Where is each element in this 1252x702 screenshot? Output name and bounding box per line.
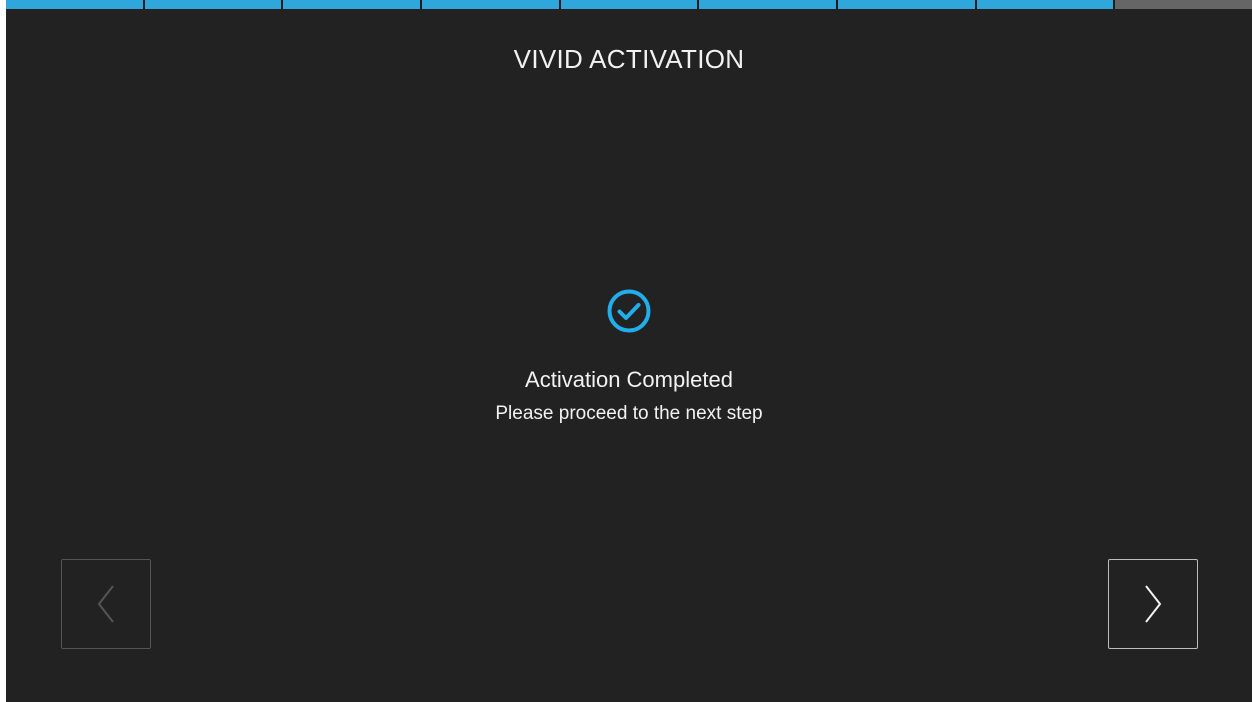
progress-step-completed <box>422 0 561 9</box>
check-circle-icon <box>607 289 651 333</box>
progress-step-completed <box>838 0 977 9</box>
previous-button[interactable] <box>61 559 151 649</box>
chevron-right-icon <box>1145 585 1162 623</box>
progress-step-completed <box>283 0 423 9</box>
status-subtitle: Please proceed to the next step <box>495 403 763 424</box>
progress-step-completed <box>144 0 284 9</box>
status-title: Activation Completed <box>525 367 733 392</box>
chevron-left-icon <box>97 585 114 623</box>
progress-step-pending <box>1115 0 1252 9</box>
page-title: VIVID ACTIVATION <box>513 44 745 74</box>
progress-step-completed <box>560 0 700 9</box>
progress-step-completed <box>976 0 1116 9</box>
step-progress-bar <box>6 0 1252 9</box>
activation-screen: VIVID ACTIVATION Activation Completed Pl… <box>6 0 1252 702</box>
next-button[interactable] <box>1108 559 1198 649</box>
progress-step-completed <box>699 0 839 9</box>
progress-step-completed <box>6 0 145 9</box>
